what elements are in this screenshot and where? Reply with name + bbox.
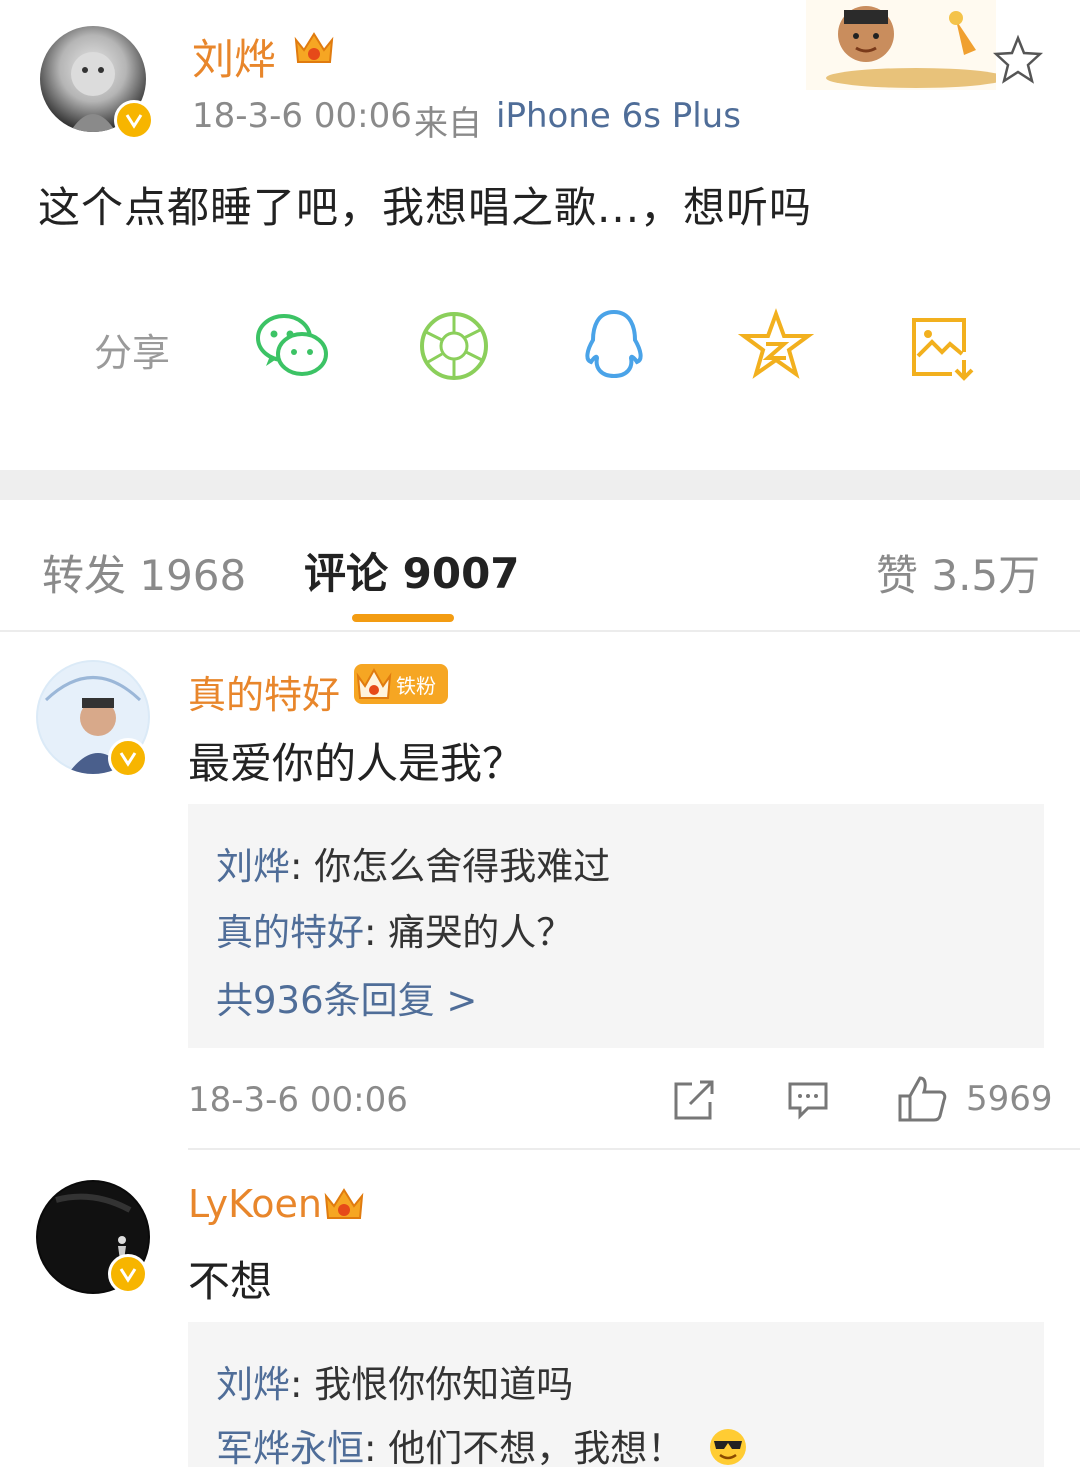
reply-text: 我恨你你知道吗 xyxy=(314,1363,574,1406)
tab-likes[interactable]: 赞 3.5万 xyxy=(876,542,1040,603)
reply-author[interactable]: 刘烨 xyxy=(216,1363,290,1406)
reply-author[interactable]: 刘烨 xyxy=(216,845,290,888)
save-image-icon[interactable] xyxy=(900,306,980,386)
like-count: 5969 xyxy=(966,1079,1053,1119)
post-time: 18-3-6 00:06 xyxy=(192,96,412,136)
comment-author-name[interactable]: LyKoen xyxy=(188,1182,322,1226)
tabs-bottom-border xyxy=(0,630,1080,632)
fan-badge-label: 铁粉 xyxy=(396,673,436,698)
cool-face-emoji-icon xyxy=(710,1429,746,1465)
reply-line[interactable]: 真的特好: 痛哭的人？ xyxy=(216,902,573,956)
reply-line[interactable]: 刘烨: 你怎么舍得我难过 xyxy=(216,836,610,890)
verified-badge-icon xyxy=(114,100,154,140)
moments-icon[interactable] xyxy=(414,306,494,386)
comment-text: 最爱你的人是我？ xyxy=(188,739,525,788)
comment-separator xyxy=(188,1148,1080,1150)
section-divider xyxy=(0,470,1080,500)
more-replies-link[interactable]: 共936条回复 > xyxy=(216,970,477,1024)
tab-comments[interactable]: 评论 9007 xyxy=(304,540,520,601)
qq-icon[interactable] xyxy=(574,306,654,386)
reply-text: 痛哭的人？ xyxy=(388,911,574,954)
like-button[interactable]: 5969 xyxy=(896,1074,1053,1124)
vip-level-icon xyxy=(322,1184,366,1230)
header-decoration-image xyxy=(806,0,1006,90)
fan-crown-icon xyxy=(356,667,392,699)
favorite-star-icon[interactable] xyxy=(992,34,1044,90)
thumbs-up-icon xyxy=(898,1076,947,1122)
post-author-name[interactable]: 刘烨 xyxy=(192,26,276,87)
comment-time: 18-3-6 00:06 xyxy=(188,1080,408,1120)
verified-badge-icon xyxy=(108,1254,148,1294)
reply-text: 你怎么舍得我难过 xyxy=(314,845,611,888)
post-source-device[interactable]: iPhone 6s Plus xyxy=(496,96,741,136)
verified-badge-icon xyxy=(108,738,148,778)
reply-line[interactable]: 刘烨: 我恨你你知道吗 xyxy=(216,1354,573,1408)
fan-level-badge: 铁粉 xyxy=(354,664,448,704)
repost-comment-icon[interactable] xyxy=(672,1078,716,1126)
post-source-prefix: 来自 xyxy=(414,104,482,144)
reply-author[interactable]: 军烨永恒 xyxy=(216,1427,364,1470)
vip-crown-icon[interactable] xyxy=(292,28,336,72)
reply-author[interactable]: 真的特好 xyxy=(216,911,364,954)
comment-author-name[interactable]: 真的特好 xyxy=(188,664,340,719)
share-label: 分享 xyxy=(94,331,171,375)
qzone-icon[interactable] xyxy=(736,306,816,386)
wechat-icon[interactable] xyxy=(252,306,332,386)
reply-text: 他们不想，我想！ xyxy=(388,1427,685,1470)
post-content: 这个点都睡了吧，我想唱之歌...，想听吗 xyxy=(38,183,813,232)
reply-line[interactable]: 军烨永恒: 他们不想，我想！ xyxy=(216,1418,748,1472)
comment-text: 不想 xyxy=(188,1257,273,1306)
reply-comment-icon[interactable] xyxy=(786,1080,830,1124)
tab-repost[interactable]: 转发 1968 xyxy=(42,542,246,603)
tab-active-underline xyxy=(352,614,454,622)
